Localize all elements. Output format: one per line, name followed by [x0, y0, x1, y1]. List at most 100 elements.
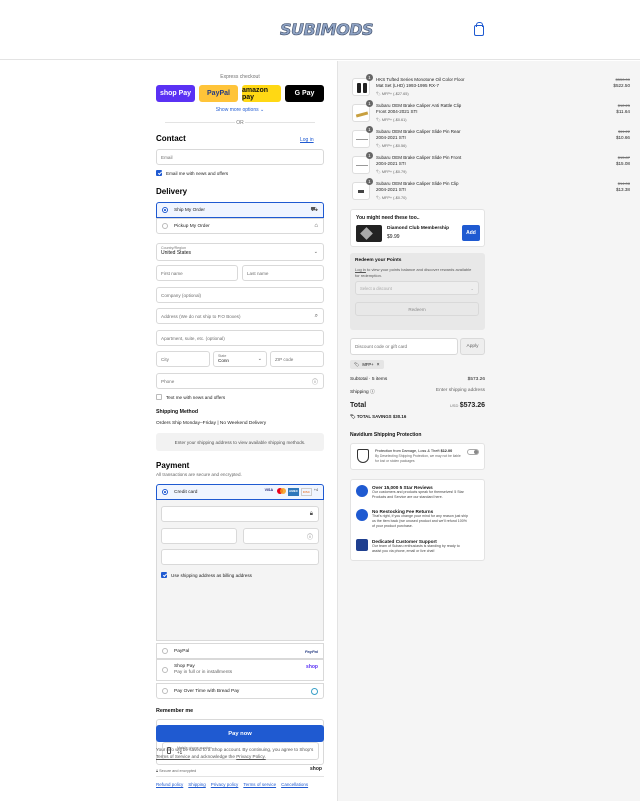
newsletter-checkbox[interactable]: Email me with news and offers [156, 170, 228, 176]
footer-divider [156, 776, 324, 777]
shipping-row: Shipping ⓘ Enter shipping address [350, 388, 485, 395]
price: $550.00 $522.50 [613, 77, 630, 89]
close-icon[interactable]: × [377, 362, 380, 368]
protection-toggle[interactable] [467, 449, 479, 455]
card-brands: VISA AMEX DISC +4 [264, 488, 318, 496]
first-name-field[interactable]: First name [156, 265, 238, 281]
refund-policy-link[interactable]: Refund policy [156, 782, 183, 787]
credit-card-label: Credit card [174, 489, 198, 495]
radio-icon[interactable] [162, 667, 168, 673]
product-name: Subaru OEM Brake Caliper Slide Pin Rear … [376, 129, 461, 140]
shield-icon [357, 449, 369, 463]
login-link[interactable]: Log in [300, 137, 314, 143]
expiration-field[interactable] [161, 528, 237, 544]
last-name-field[interactable]: Last name [242, 265, 324, 281]
membership-card-image [356, 225, 382, 242]
subtotal-row: Subtotal · 5 items $573.26 [350, 377, 485, 382]
phone-field[interactable]: Phone ⓘ [156, 373, 324, 389]
redeem-login-link[interactable]: Log in [355, 267, 366, 272]
total-label: Total [350, 402, 367, 409]
shopping-bag-icon[interactable] [474, 22, 484, 36]
shipping-link[interactable]: Shipping [188, 782, 206, 787]
pay-now-button[interactable]: Pay now [156, 725, 324, 742]
cart-item: 1 Subaru OEM Brake Caliper Slide Pin Rea… [350, 126, 630, 152]
pickup-option[interactable]: Pickup My Order ⌂ [156, 218, 324, 234]
tag-icon: 🏷︎ [354, 361, 360, 367]
store-logo[interactable]: SUBIMODS [280, 20, 374, 40]
address-placeholder: Address (We do not ship to P.O Boxes) [161, 313, 241, 319]
phone-placeholder: Phone [161, 378, 175, 384]
zip-field[interactable]: ZIP code [270, 351, 324, 367]
bread-pay-option[interactable]: Pay Over Time with Bread Pay [156, 683, 324, 699]
radio-icon[interactable] [162, 207, 168, 213]
redeem-points-card: Redeem your Points Log in to view your p… [350, 253, 485, 330]
google-pay-button[interactable]: G Pay [285, 85, 324, 102]
apartment-field[interactable]: Apartment, suite, etc. (optional) [156, 330, 324, 346]
ship-my-order-option[interactable]: Ship My Order ⛟ [156, 202, 324, 218]
radio-icon[interactable] [162, 688, 168, 694]
item-price: $11.64 [616, 109, 630, 114]
state-select[interactable]: State Conn ⌄ [213, 351, 267, 367]
tag-label: MFP+ [362, 362, 374, 367]
mastercard-icon [276, 488, 287, 494]
privacy-policy-link[interactable]: Privacy policy [211, 782, 239, 787]
redeem-title: Redeem your Points [355, 258, 402, 263]
help-icon[interactable]: ⓘ [307, 532, 313, 541]
discount-code-field[interactable]: Discount code or gift card [350, 338, 458, 355]
city-field[interactable]: City [156, 351, 210, 367]
tag-icon: 🏷︎ [350, 414, 356, 419]
navidium-price: $12.00 [440, 449, 453, 453]
privacy-link[interactable]: Privacy Policy. [236, 754, 266, 759]
paypal-button[interactable]: PayPal [199, 85, 238, 102]
email-field[interactable]: Email [156, 149, 324, 165]
pickup-option-label: Pickup My Order [174, 223, 210, 229]
discount-value: MFP+ (-$0.70) [381, 196, 407, 200]
product-name: Subaru OEM Brake Caliper Slide Pin Front… [376, 155, 462, 166]
card-number-field[interactable]: 🔒︎ [161, 506, 319, 522]
shop-logo-icon: shop [306, 664, 318, 670]
checkbox-icon[interactable] [156, 170, 162, 176]
card-details-panel: 🔒︎ ⓘ Use shipping address as billing add… [156, 500, 324, 641]
trust-item: No Restocking Fee Returns That's right, i… [356, 509, 468, 529]
apply-button[interactable]: Apply [460, 338, 485, 355]
country-select[interactable]: Country/Region United States ⌄ [156, 243, 324, 261]
billing-same-checkbox[interactable]: Use shipping address as billing address [161, 572, 252, 578]
billing-same-label: Use shipping address as billing address [171, 572, 252, 578]
checkbox-icon[interactable] [161, 572, 167, 578]
paypal-option[interactable]: PayPal PayPal [156, 643, 324, 659]
chevron-down-icon: ⌄ [470, 285, 474, 291]
discount-value: MFP+ (-$0.79) [381, 170, 407, 174]
price: $12.25 $11.64 [616, 103, 630, 115]
show-more-options-link[interactable]: Show more options ⌄ [156, 107, 324, 113]
upsell-card: You might need these too.. Diamond Club … [350, 209, 485, 247]
navidium-card: Protection from Damage, Loss & Theft $12… [350, 443, 485, 470]
checkbox-icon[interactable] [156, 394, 162, 400]
radio-icon[interactable] [162, 648, 168, 654]
credit-card-option[interactable]: Credit card VISA AMEX DISC +4 [156, 484, 324, 500]
product-name: Subaru OEM Brake Caliper Slide Pin Clip … [376, 181, 459, 192]
cancellations-link[interactable]: Cancellations [281, 782, 308, 787]
terms-link[interactable]: Terms of Service [156, 754, 190, 759]
ship-option-label: Ship My Order [174, 207, 205, 213]
terms-of-service-link[interactable]: Terms of service [243, 782, 276, 787]
sms-checkbox[interactable]: Text me with news and offers [156, 394, 225, 400]
security-code-field[interactable]: ⓘ [243, 528, 319, 544]
amazon-pay-button[interactable]: amazon pay [242, 85, 281, 102]
address-field[interactable]: Address (We do not ship to P.O Boxes) ⌕ [156, 308, 324, 324]
shop-pay-option[interactable]: Shop Pay Pay in full or in installments sh… [156, 659, 324, 681]
help-icon[interactable]: ⓘ [312, 377, 318, 386]
radio-icon[interactable] [162, 489, 168, 495]
name-on-card-field[interactable] [161, 549, 319, 565]
navidium-sub: By Deselecting Shipping Protection, we m… [375, 454, 461, 463]
radio-icon[interactable] [162, 223, 168, 229]
discount-value: MFP+ (-$0.61) [381, 118, 407, 122]
bread-icon [311, 687, 318, 695]
currency-label: USD [449, 403, 459, 408]
state-value: Conn [218, 358, 229, 363]
company-field[interactable]: Company (optional) [156, 287, 324, 303]
shop-pay-button[interactable]: shop Pay [156, 85, 195, 102]
redeem-button[interactable]: Redeem [355, 302, 479, 316]
discount-select-placeholder: Select a discount [360, 285, 392, 291]
add-upsell-button[interactable]: Add [462, 225, 480, 241]
discount-select[interactable]: Select a discount ⌄ [355, 281, 479, 295]
